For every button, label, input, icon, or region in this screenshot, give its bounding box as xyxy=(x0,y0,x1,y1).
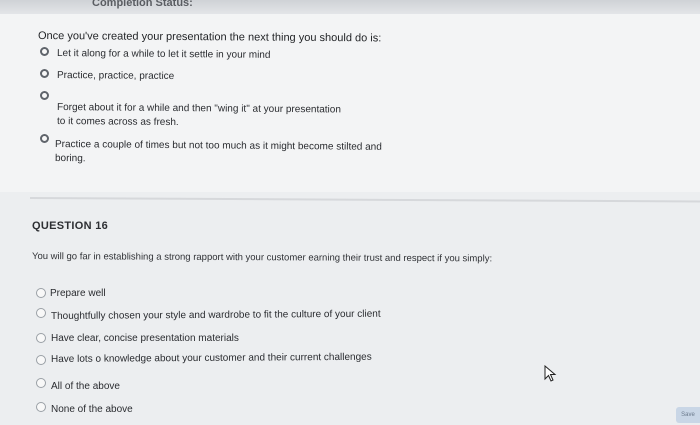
q15-option-4-radio[interactable] xyxy=(40,134,49,143)
q16-option-2-radio[interactable] xyxy=(36,308,46,318)
q15-option-1-label[interactable]: Let it along for a while to let it settl… xyxy=(57,46,271,64)
section-divider xyxy=(29,197,700,203)
q16-option-4-label[interactable]: Have lots o knowledge about your custome… xyxy=(51,350,372,368)
q15-option-1-radio[interactable] xyxy=(40,47,49,56)
q16-option-6-radio[interactable] xyxy=(36,402,46,412)
q15-option-2-label[interactable]: Practice, practice, practice xyxy=(57,68,174,85)
q16-option-3-radio[interactable] xyxy=(36,333,46,343)
q16-option-5-label[interactable]: All of the above xyxy=(51,379,120,395)
save-button[interactable]: Save xyxy=(676,407,700,423)
completion-status-label: Completion Status: xyxy=(92,0,193,9)
q16-option-4-radio[interactable] xyxy=(36,355,46,365)
q15-option-4-label[interactable]: Practice a couple of times but not too m… xyxy=(55,137,382,156)
q16-option-5-radio[interactable] xyxy=(36,378,46,388)
question-15-text: Once you've created your presentation th… xyxy=(37,30,382,45)
q16-option-2-label[interactable]: Thoughtfully chosen your style and wardr… xyxy=(51,307,381,325)
question-16-title: QUESTION 16 xyxy=(32,220,109,232)
q15-option-3-label-cont[interactable]: to it comes across as fresh. xyxy=(57,114,179,131)
q16-option-1-label[interactable]: Prepare well xyxy=(50,286,106,302)
question-16-prompt: You will go far in establishing a strong… xyxy=(31,251,493,265)
q15-option-3-radio[interactable] xyxy=(40,91,49,100)
mouse-cursor-icon xyxy=(544,365,557,382)
q16-option-1-radio[interactable] xyxy=(36,288,46,298)
q15-option-4-label-cont[interactable]: boring. xyxy=(55,151,86,167)
q16-option-3-label[interactable]: Have clear, concise presentation materia… xyxy=(51,331,239,347)
q16-option-6-label[interactable]: None of the above xyxy=(51,402,133,418)
q15-option-2-radio[interactable] xyxy=(40,69,49,78)
